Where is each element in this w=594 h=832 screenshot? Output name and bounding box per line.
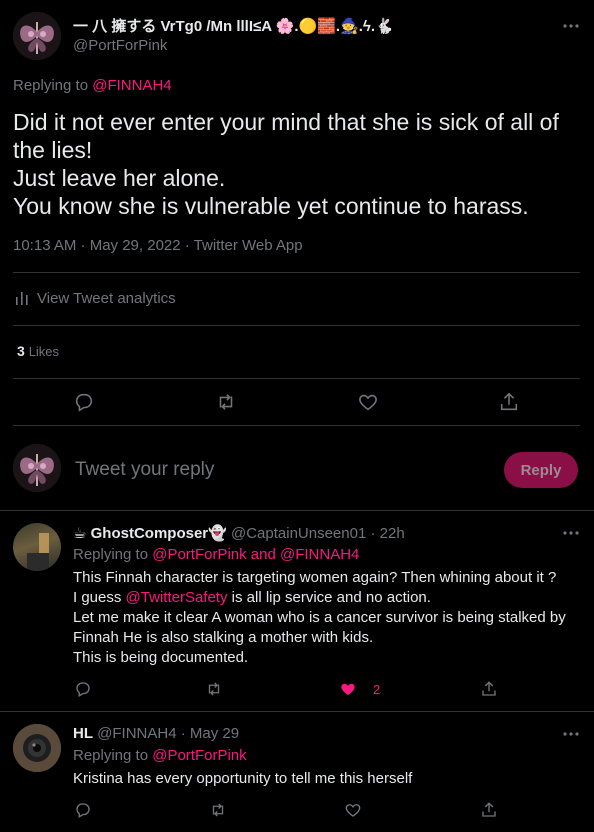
like-icon[interactable]	[357, 391, 379, 413]
reply-line: This Finnah character is targeting women…	[73, 569, 557, 586]
reply-line: Let me make it clear A woman who is a ca…	[73, 609, 566, 626]
reply-icon[interactable]	[73, 391, 95, 413]
reply-author-name[interactable]: HL	[73, 725, 93, 742]
reply-input[interactable]: Tweet your reply	[75, 459, 214, 481]
tweet-line: Just leave her alone.	[13, 165, 226, 191]
reply-time[interactable]: · May 29	[181, 725, 239, 742]
analytics-label: View Tweet analytics	[37, 289, 176, 307]
reply-icon[interactable]	[74, 801, 92, 819]
reply-avatar[interactable]	[13, 523, 61, 571]
reply-icon[interactable]	[74, 680, 92, 698]
replying-to-label: Replying to	[73, 546, 149, 563]
likes-stat[interactable]: 3 Likes	[17, 343, 59, 359]
share-icon[interactable]	[498, 391, 520, 413]
more-options-icon[interactable]	[561, 16, 581, 36]
replying-to-label: Replying to	[13, 77, 89, 94]
moth-icon	[13, 444, 61, 492]
like-icon[interactable]	[344, 801, 362, 819]
reply-line-text: I guess	[73, 589, 122, 606]
reply-line: I guess @TwitterSafety is all lip servic…	[73, 588, 566, 608]
likes-label: Likes	[28, 344, 60, 359]
share-icon[interactable]	[480, 801, 498, 819]
reply-author-handle[interactable]: @CaptainUnseen01	[231, 525, 366, 542]
tweet-analytics[interactable]: View Tweet analytics	[13, 289, 176, 307]
composer-avatar[interactable]	[13, 444, 61, 492]
reply-time[interactable]: · 22h	[370, 525, 404, 542]
share-icon[interactable]	[480, 680, 498, 698]
tweet-text: Did it not ever enter your mind that she…	[13, 108, 559, 220]
replying-to-handles[interactable]: @PortForPink	[152, 747, 246, 764]
reply-header: ☕ GhostComposer👻 @CaptainUnseen01 · 22h	[73, 524, 405, 542]
reply-author-handle[interactable]: @FINNAH4	[97, 725, 176, 742]
retweet-icon[interactable]	[209, 801, 227, 819]
reply-line: This is being documented.	[73, 649, 249, 666]
reply-text: Kristina has every opportunity to tell m…	[73, 770, 413, 787]
retweet-icon[interactable]	[205, 680, 223, 698]
mention-link[interactable]: @TwitterSafety	[126, 589, 228, 606]
analytics-icon	[13, 289, 31, 307]
replying-to-handles[interactable]: @PortForPink and @FINNAH4	[152, 546, 359, 563]
reply-line: Finnah He is also stalking a mother with…	[73, 629, 374, 646]
retweet-icon[interactable]	[215, 391, 237, 413]
author-handle[interactable]: @PortForPink	[73, 37, 167, 54]
replying-to-label: Replying to	[73, 747, 149, 764]
reply-button[interactable]: Reply	[504, 452, 578, 488]
tweet-line: Did it not ever enter your mind that she…	[13, 109, 559, 135]
reply-replying-to: Replying to @PortForPink and @FINNAH4	[73, 546, 359, 563]
like-filled-icon	[339, 680, 357, 698]
reply-line-text: is all lip service and no action.	[231, 589, 431, 606]
like-count: 2	[373, 681, 381, 697]
person-photo-icon	[27, 533, 49, 571]
tweet-line: You know she is vulnerable yet continue …	[13, 193, 529, 219]
replying-to: Replying to @FINNAH4	[13, 77, 172, 94]
author-name[interactable]: 一 八 擁する VrTg0 /Mn lllI≤A 🌸.🟡🧱.🧙.ϟ.🐇	[73, 15, 394, 36]
tweet-line: the lies!	[13, 137, 93, 163]
reply-replying-to: Replying to @PortForPink	[73, 747, 247, 764]
reply-header: HL @FINNAH4 · May 29	[73, 725, 239, 742]
moth-icon	[13, 12, 61, 60]
camera-photo-icon	[13, 724, 61, 772]
tweet-meta[interactable]: 10:13 AM · May 29, 2022 · Twitter Web Ap…	[13, 237, 303, 254]
more-options-icon[interactable]	[561, 724, 581, 744]
coffee-emoji: ☕	[73, 525, 87, 542]
like-action[interactable]: 2	[339, 680, 380, 698]
reply-text: This Finnah character is targeting women…	[73, 568, 566, 668]
author-avatar[interactable]	[13, 12, 61, 60]
more-options-icon[interactable]	[561, 523, 581, 543]
reply-avatar[interactable]	[13, 724, 61, 772]
reply-author-name[interactable]: GhostComposer👻	[91, 525, 227, 542]
replying-to-handle[interactable]: @FINNAH4	[92, 77, 171, 94]
likes-count: 3	[17, 343, 25, 359]
